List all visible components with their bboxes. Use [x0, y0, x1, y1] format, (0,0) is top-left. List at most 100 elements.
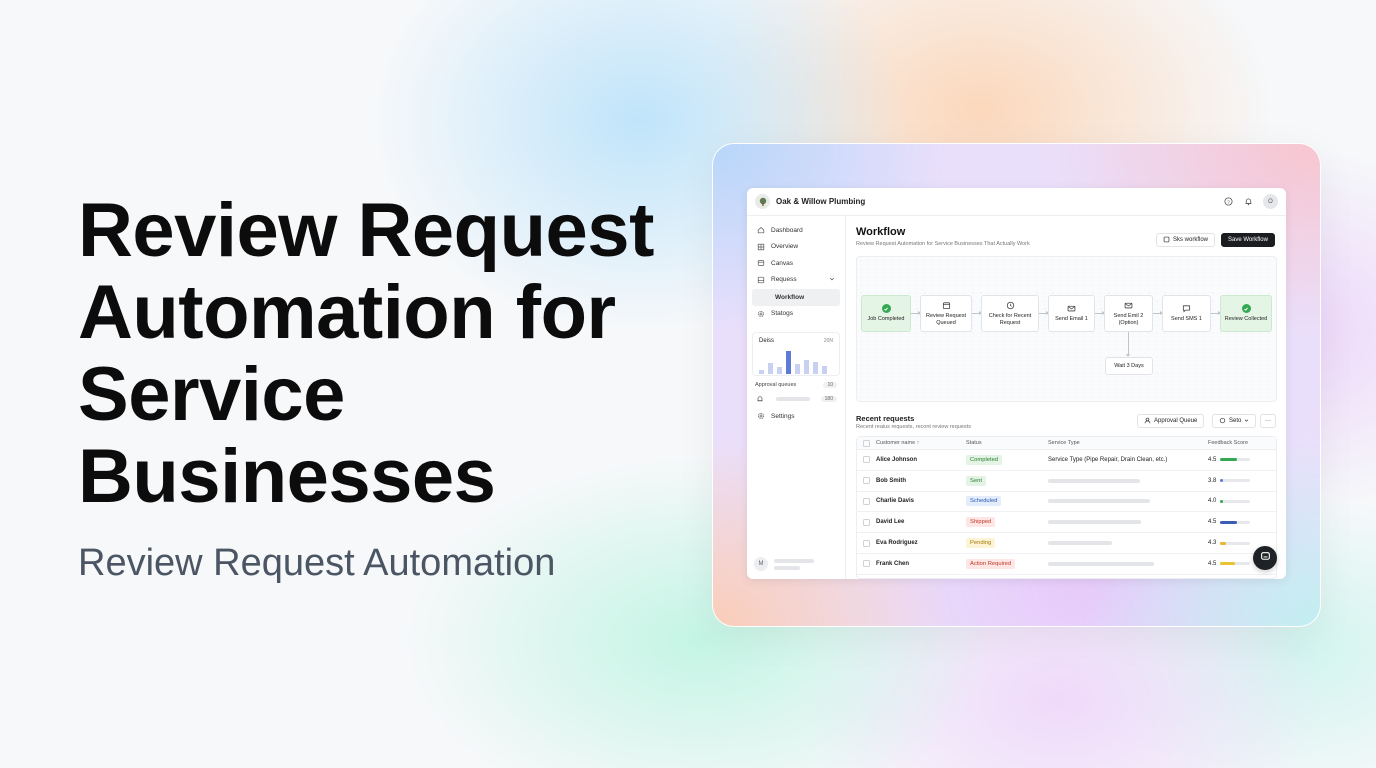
node-check-recent-request[interactable]: Check for Recent Request	[981, 295, 1039, 332]
service-type-placeholder	[1048, 541, 1112, 546]
sidebar-footer-user[interactable]: M	[754, 557, 814, 571]
filter-button[interactable]: Seto	[1212, 414, 1257, 428]
sidebar-item-label: Requess	[771, 276, 797, 284]
score-bar	[1220, 499, 1251, 503]
filter-label: Seto	[1229, 418, 1242, 424]
service-type	[1048, 499, 1208, 504]
bell-icon[interactable]	[1243, 197, 1253, 207]
sidebar: Dashboard Overview Canvas Requess Workfl…	[747, 216, 846, 579]
users-icon	[1144, 417, 1151, 426]
flow-arrow	[972, 311, 982, 315]
table-row[interactable]: Alice Johnson Completed Service Type (Pipe…	[857, 450, 1276, 471]
row-checkbox[interactable]	[863, 539, 870, 547]
table-body: Alice Johnson Completed Service Type (Pipe…	[857, 450, 1276, 575]
node-wait[interactable]: Wait 3 Days	[1105, 357, 1153, 375]
help-icon[interactable]: ?	[1223, 197, 1233, 207]
edit-workflow-button[interactable]: Sks workflow	[1156, 233, 1216, 247]
table-row[interactable]: Charlie Davis Scheduled 4.0	[857, 492, 1276, 513]
mini-bar-chart	[759, 350, 833, 374]
score-bar-fill	[1220, 562, 1236, 566]
mini-stats-card[interactable]: Deiss 20N	[752, 332, 840, 376]
feedback-score: 3.8	[1208, 477, 1217, 484]
chat-button[interactable]	[1253, 546, 1277, 570]
node-job-completed[interactable]: Job Completed	[861, 295, 911, 332]
approval-queue-button[interactable]: Approval Queue	[1137, 414, 1205, 428]
service-type-placeholder	[1048, 520, 1141, 525]
hero-subtitle: Review Request Automation	[78, 542, 556, 584]
row-checkbox[interactable]	[863, 477, 870, 485]
chevron-down-icon[interactable]	[829, 276, 835, 284]
sidebar-item-label: Dashboard	[771, 226, 803, 234]
node-label: Check for Recent Request	[988, 312, 1032, 326]
sidebar-item-overview[interactable]: Overview	[752, 239, 840, 256]
row-checkbox[interactable]	[863, 456, 870, 464]
user-avatar[interactable]: O	[1263, 194, 1278, 209]
node-send-email-1[interactable]: Send Email 1	[1048, 295, 1095, 332]
service-type	[1048, 478, 1208, 483]
gear-icon	[757, 310, 765, 318]
node-label: Review Request Queued	[925, 312, 967, 326]
sidebar-item-dashboard[interactable]: Dashboard	[752, 222, 840, 239]
sidebar-item-settings-alt[interactable]: Statogs	[752, 306, 840, 323]
mail-icon	[1067, 304, 1076, 313]
score-bar	[1220, 458, 1251, 462]
edit-workflow-label: Sks workflow	[1173, 237, 1209, 243]
gear-icon	[757, 412, 765, 420]
flow-arrow	[1211, 311, 1221, 315]
node-review-collected[interactable]: Review Collected	[1220, 295, 1272, 332]
table-row[interactable]: Bob Smith Sent 3.8	[857, 471, 1276, 492]
home-icon	[757, 226, 765, 234]
column-header-customer[interactable]: Customer name ↑	[876, 440, 966, 446]
status-badge: Action Required	[966, 558, 1016, 569]
table-row[interactable]: Frank Chen Action Required 4.5	[857, 554, 1276, 575]
column-header-score[interactable]: Feedback Score	[1208, 440, 1276, 446]
inbox-icon	[757, 276, 765, 284]
brand-name: Oak & Willow Plumbing	[776, 197, 866, 206]
check-icon	[1241, 304, 1251, 313]
feedback-score: 4.5	[1208, 519, 1217, 526]
column-header-status[interactable]: Status	[966, 440, 1048, 446]
row-checkbox[interactable]	[863, 560, 870, 568]
row-checkbox[interactable]	[863, 497, 870, 505]
top-bar: Oak & Willow Plumbing ? O	[747, 188, 1286, 216]
alerts-row[interactable]: 180	[752, 394, 840, 404]
footer-name-placeholder	[774, 558, 814, 563]
mini-card-title: Deiss	[759, 338, 775, 344]
score-bar	[1220, 562, 1251, 566]
alerts-placeholder	[775, 397, 810, 401]
node-label: Send Email 1	[1055, 316, 1088, 322]
approval-queues-row[interactable]: Approval queues 10	[752, 382, 840, 388]
table-row[interactable]: David Lee Shipped 4.5	[857, 512, 1276, 534]
table-row[interactable]: Eva Rodriguez Pending 4.3	[857, 533, 1276, 554]
table-header: Customer name ↑ Status Service Type Feed…	[857, 437, 1276, 450]
workflow-canvas[interactable]: Job Completed Review Request Queued Chec…	[856, 256, 1277, 402]
sidebar-item-label: Overview	[771, 243, 799, 251]
score-bar-fill	[1220, 520, 1238, 524]
sidebar-item-workflow[interactable]: Workflow	[752, 289, 840, 306]
sidebar-item-label: Workflow	[775, 293, 805, 301]
service-type-placeholder	[1048, 499, 1150, 504]
select-all-checkbox[interactable]	[863, 439, 870, 447]
row-checkbox[interactable]	[863, 518, 870, 526]
save-workflow-button[interactable]: Save Workflow	[1221, 233, 1275, 247]
customer-name: Charlie Davis	[876, 498, 915, 505]
recent-requests-subtitle: Recent reaius requests, recont review re…	[856, 424, 971, 430]
clock-icon	[1006, 301, 1015, 310]
flow-arrow	[1153, 311, 1163, 315]
customer-name: Alice Johnson	[876, 456, 918, 463]
service-type	[1048, 541, 1208, 546]
sidebar-item-canvas[interactable]: Canvas	[752, 255, 840, 272]
mini-bar	[804, 360, 809, 374]
node-review-request-queued[interactable]: Review Request Queued	[920, 295, 972, 332]
requests-table: Customer name ↑ Status Service Type Feed…	[856, 436, 1277, 579]
feedback-score: 4.3	[1208, 540, 1217, 547]
grid-icon	[757, 243, 765, 251]
column-header-service[interactable]: Service Type	[1048, 440, 1208, 446]
node-label: Send SMS 1	[1171, 316, 1202, 322]
more-options-button[interactable]: ···	[1260, 414, 1276, 428]
sidebar-item-settings[interactable]: Settings	[752, 408, 840, 425]
sidebar-item-requests[interactable]: Requess	[752, 272, 840, 289]
node-send-email-2[interactable]: Send Emil 2 (Option)	[1104, 295, 1153, 332]
wait-connector	[1126, 332, 1130, 357]
node-send-sms-1[interactable]: Send SMS 1	[1162, 295, 1211, 332]
